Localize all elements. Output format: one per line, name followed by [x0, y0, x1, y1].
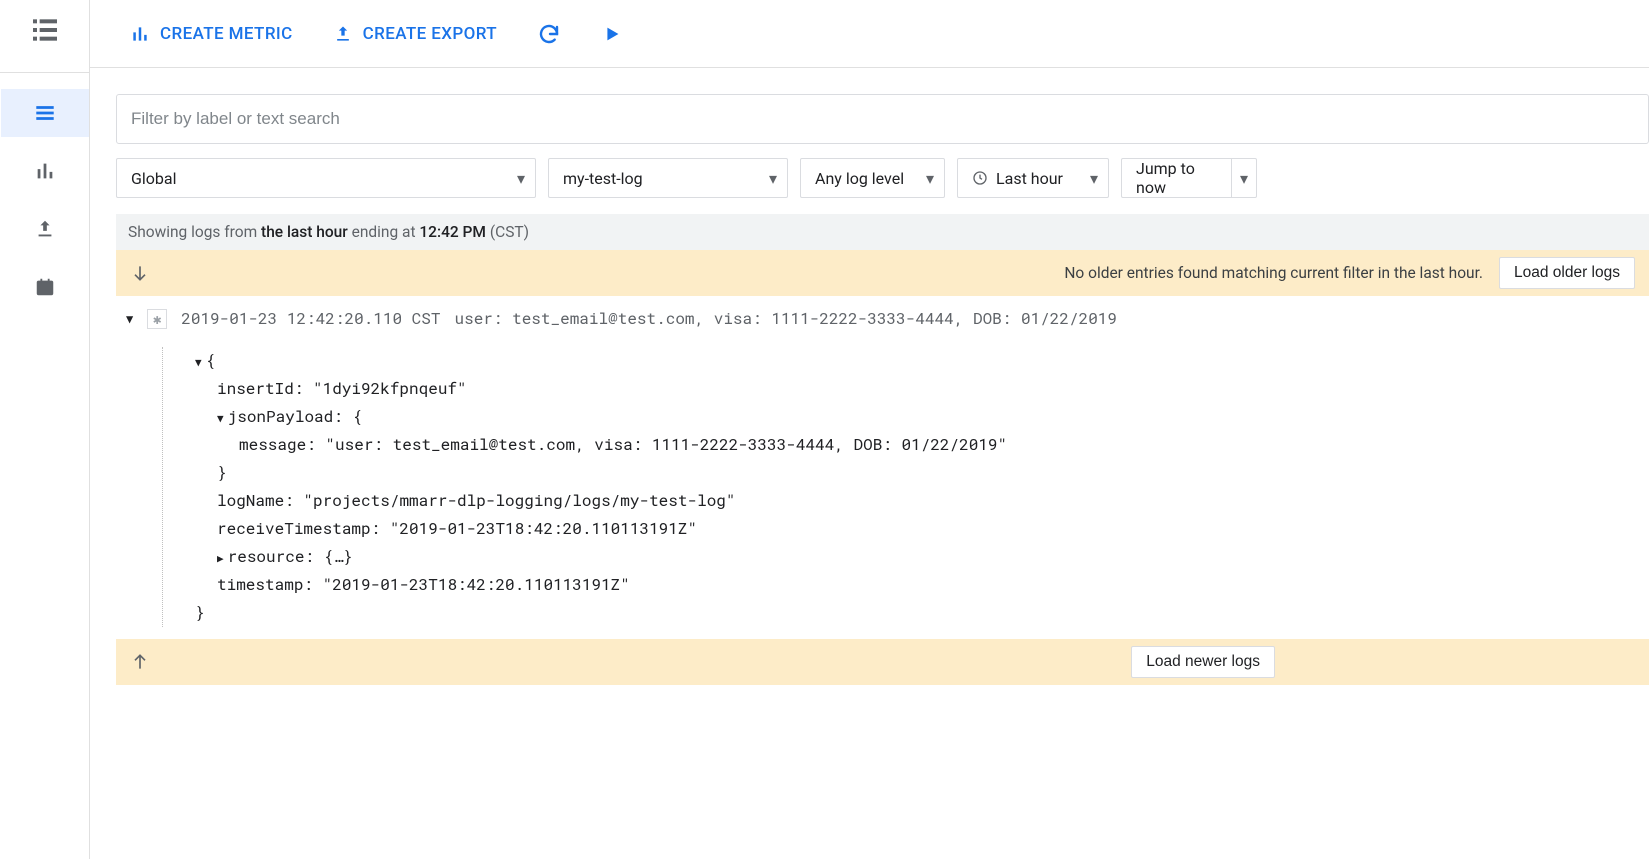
log-entry-expanded: ▼{ insertId: "1dyi92kfpnqeuf" ▼jsonPaylo… [162, 347, 1649, 627]
left-sidebar [0, 0, 90, 859]
chevron-down-icon: ▾ [926, 169, 934, 188]
logging-product-icon [29, 14, 61, 46]
expand-resource-toggle[interactable]: ▶ [217, 550, 224, 565]
clock-icon [972, 170, 988, 186]
chevron-down-icon: ▾ [517, 169, 525, 188]
log-name-dropdown-label: my-test-log [563, 169, 761, 188]
resource-dropdown[interactable]: Global ▾ [116, 158, 536, 198]
time-range-dropdown[interactable]: Last hour ▾ [957, 158, 1109, 198]
sidebar-item-metrics[interactable] [1, 147, 89, 195]
collapse-object-toggle[interactable]: ▼ [195, 354, 202, 369]
scroll-up-arrow-icon[interactable] [130, 652, 150, 672]
load-older-logs-button[interactable]: Load older logs [1499, 257, 1635, 289]
chevron-down-icon: ▾ [769, 169, 777, 188]
create-metric-label: CREATE METRIC [160, 24, 293, 44]
expand-entry-toggle[interactable]: ▼ [126, 311, 133, 327]
filter-dropdown-row: Global ▾ my-test-log ▾ Any log level ▾ L… [116, 158, 1649, 198]
log-summary-text: user: test_email@test.com, visa: 1111-22… [454, 308, 1117, 329]
load-newer-logs-button[interactable]: Load newer logs [1131, 646, 1275, 678]
chevron-down-icon: ▾ [1090, 169, 1098, 188]
collapse-jsonpayload-toggle[interactable]: ▼ [217, 410, 224, 425]
log-entry: ▼ ✱ 2019-01-23 12:42:20.110 CST user: te… [116, 296, 1649, 639]
main-content: CREATE METRIC CREATE EXPORT Global ▾ my-… [90, 0, 1649, 859]
chevron-down-icon: ▾ [1240, 169, 1248, 188]
jump-dropdown-toggle[interactable]: ▾ [1231, 159, 1256, 197]
sidebar-item-resource-usage[interactable] [1, 263, 89, 311]
time-range-label: Last hour [996, 169, 1082, 188]
log-entry-summary-row[interactable]: ▼ ✱ 2019-01-23 12:42:20.110 CST user: te… [126, 308, 1649, 329]
status-text: Showing logs from the last hour ending a… [128, 223, 529, 241]
play-button[interactable] [601, 23, 623, 45]
sidebar-item-exports[interactable] [1, 205, 89, 253]
resource-dropdown-label: Global [131, 169, 509, 188]
upload-icon [333, 24, 353, 44]
severity-indicator[interactable]: ✱ [147, 309, 167, 329]
bar-chart-icon [130, 24, 150, 44]
no-older-entries-message: No older entries found matching current … [1064, 264, 1483, 282]
log-name-dropdown[interactable]: my-test-log ▾ [548, 158, 788, 198]
log-timestamp: 2019-01-23 12:42:20.110 CST [181, 308, 440, 329]
filter-input[interactable] [116, 94, 1649, 144]
sidebar-item-logs[interactable] [1, 89, 89, 137]
refresh-button[interactable] [537, 22, 561, 46]
scroll-down-arrow-icon[interactable] [130, 263, 150, 283]
create-export-button[interactable]: CREATE EXPORT [333, 24, 497, 44]
older-entries-bar: No older entries found matching current … [116, 250, 1649, 296]
jump-to-now-button[interactable]: Jump to now ▾ [1121, 158, 1257, 198]
create-export-label: CREATE EXPORT [363, 24, 497, 44]
status-bar: Showing logs from the last hour ending a… [116, 214, 1649, 250]
log-level-dropdown-label: Any log level [815, 169, 918, 188]
create-metric-button[interactable]: CREATE METRIC [130, 24, 293, 44]
top-toolbar: CREATE METRIC CREATE EXPORT [90, 0, 1649, 68]
jump-to-now-label: Jump to now [1136, 159, 1223, 197]
sidebar-divider [0, 72, 89, 73]
log-level-dropdown[interactable]: Any log level ▾ [800, 158, 945, 198]
log-viewer-content: Global ▾ my-test-log ▾ Any log level ▾ L… [90, 68, 1649, 685]
newer-entries-bar: Load newer logs [116, 639, 1649, 685]
